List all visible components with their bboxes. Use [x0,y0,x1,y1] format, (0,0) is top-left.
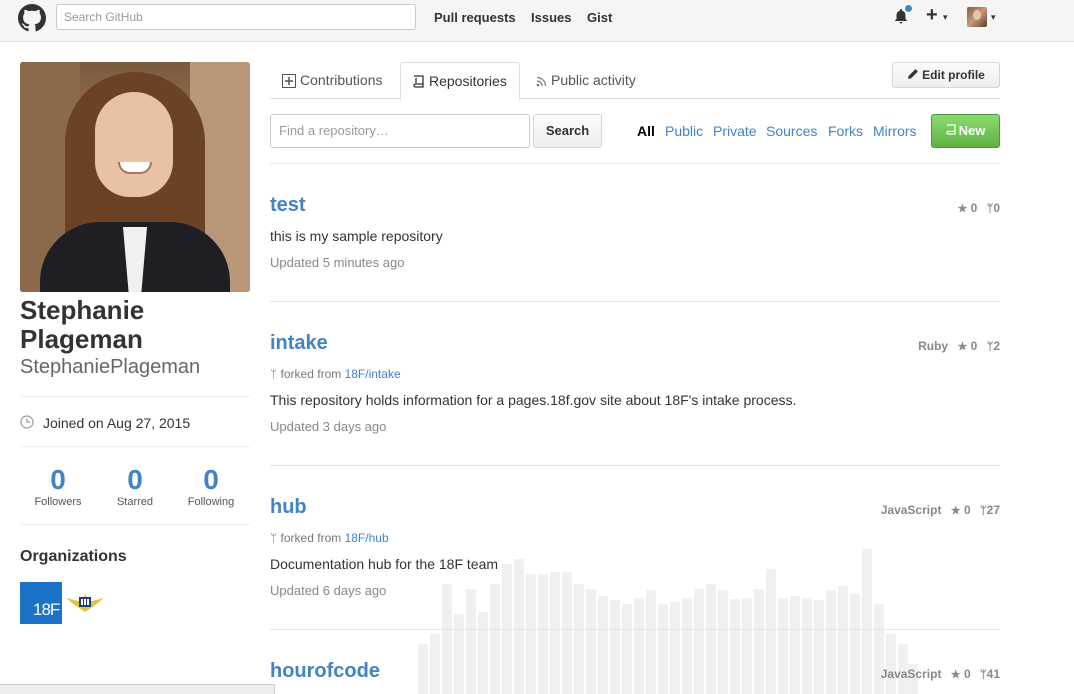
repo-updated: Updated 5 minutes ago [270,255,405,270]
star-icon[interactable]: ★ [957,341,967,353]
fork-icon[interactable]: ᛘ [980,505,987,517]
tab-repositories[interactable]: Repositories [400,62,520,100]
repo-book-icon [946,124,956,135]
profile-photo [20,62,250,292]
filter-mirrors[interactable]: Mirrors [873,123,917,139]
tab-contributions[interactable]: Contributions [282,62,383,99]
fork-count[interactable]: 2 [993,339,1000,353]
repo-language: JavaScript [880,667,942,681]
filter-public[interactable]: Public [665,123,703,139]
repo-stats: Ruby ★ 0 ᛘ2 [918,339,1000,353]
repo-forked-from: ᛘ forked from 18F/hub [270,531,389,545]
repo-stats: JavaScript ★ 0 ᛘ27 [881,503,1000,517]
create-new-plus-icon[interactable]: + [926,4,938,26]
create-menu-caret-icon[interactable]: ▾ [943,12,948,23]
repo-divider [270,629,1000,630]
repo-name-link[interactable]: intake [270,332,328,355]
filter-private[interactable]: Private [713,123,757,139]
nav-pull-requests[interactable]: Pull requests [434,10,516,25]
repo-description: Documentation hub for the 18F team [270,556,499,572]
sidebar-divider [20,396,250,397]
profile-tabs: Contributions Repositories Public activi… [270,62,1000,100]
fork-count[interactable]: 41 [987,667,1000,681]
horizontal-scrollbar[interactable] [0,684,275,694]
fork-small-icon: ᛘ [270,367,278,381]
followers-label: Followers [34,496,82,508]
joined-date: Joined on Aug 27, 2015 [43,415,191,431]
repo-book-icon [413,75,424,88]
fork-count[interactable]: 0 [993,201,1000,215]
repo-stats: JavaScript ★ 0 ᛘ41 [881,667,1000,681]
repo-updated: Updated 6 days ago [270,583,387,598]
contributions-plus-icon [282,74,296,89]
find-repository-input[interactable]: Find a repository… [270,114,530,148]
filter-sources[interactable]: Sources [766,123,817,139]
repo-name-link[interactable]: test [270,194,306,217]
fork-small-icon: ᛘ [270,531,278,545]
starred-label: Starred [116,496,154,508]
following-count[interactable]: 0 [171,466,251,494]
pencil-icon [908,69,919,79]
repo-divider [270,465,1000,466]
github-logo-icon[interactable] [18,4,46,32]
sidebar-divider [20,446,250,447]
followers-count[interactable]: 0 [18,466,98,494]
fork-icon[interactable]: ᛘ [980,669,987,681]
star-count[interactable]: 0 [971,339,978,353]
filter-all[interactable]: All [637,123,655,139]
profile-username: StephaniePlageman [20,356,201,378]
stat-followers[interactable]: 0 Followers [18,466,98,509]
repo-language: Ruby [918,339,949,353]
rss-icon [536,76,547,87]
user-avatar[interactable] [967,7,987,27]
repo-list-divider [270,163,1000,164]
repo-language: JavaScript [880,503,942,517]
org-18f-logo[interactable]: 18F [20,582,62,624]
repo-description: This repository holds information for a … [270,392,797,408]
filter-forks[interactable]: Forks [828,123,863,139]
following-label: Following [187,496,235,508]
new-repository-button[interactable]: New [931,114,1000,148]
profile-full-name: Stephanie Plageman [20,295,145,354]
repo-name-link[interactable]: hub [270,496,307,519]
star-count[interactable]: 0 [964,503,971,517]
search-button[interactable]: Search [533,114,602,148]
repo-divider [270,301,1000,302]
starred-count[interactable]: 0 [95,466,175,494]
search-github-input[interactable]: Search GitHub [56,4,416,30]
fork-count[interactable]: 27 [987,503,1000,517]
tab-public-activity[interactable]: Public activity [536,62,636,99]
star-count[interactable]: 0 [964,667,971,681]
repo-updated: Updated 3 days ago [270,419,387,434]
clock-icon [20,415,34,429]
edit-profile-button[interactable]: Edit profile [892,62,1000,88]
organizations-heading: Organizations [20,548,127,565]
repo-description: this is my sample repository [270,228,443,244]
repo-stats: ★ 0 ᛘ0 [951,201,1000,215]
top-header: Search GitHub Pull requests Issues Gist … [0,0,1074,42]
nav-issues[interactable]: Issues [531,10,571,25]
stat-starred[interactable]: 0 Starred [95,466,175,509]
user-menu-caret-icon[interactable]: ▾ [991,12,996,23]
fork-source-link[interactable]: 18F/intake [345,367,401,381]
star-icon[interactable]: ★ [951,669,961,681]
org-eagle-logo[interactable] [64,590,106,616]
fork-source-link[interactable]: 18F/hub [345,531,389,545]
sidebar-divider [20,524,250,525]
repo-forked-from: ᛘ forked from 18F/intake [270,367,401,381]
star-icon[interactable]: ★ [951,505,961,517]
star-icon[interactable]: ★ [957,203,967,215]
unread-notification-dot [904,4,913,13]
repo-name-link[interactable]: hourofcode [270,660,380,683]
stat-following[interactable]: 0 Following [171,466,251,509]
star-count[interactable]: 0 [971,201,978,215]
nav-gist[interactable]: Gist [587,10,612,25]
